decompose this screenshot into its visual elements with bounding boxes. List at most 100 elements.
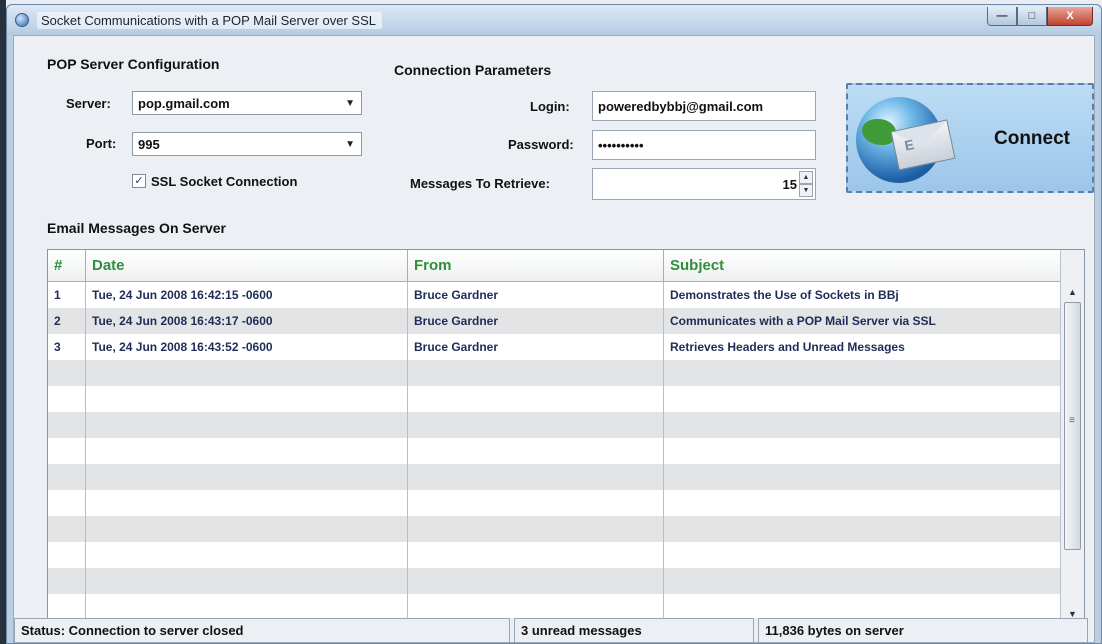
table-cell [48, 360, 86, 386]
table-cell: Bruce Gardner [408, 334, 664, 360]
password-input[interactable]: •••••••••• [592, 130, 816, 160]
vertical-scrollbar[interactable]: ▲ ≡ ▼ [1060, 250, 1084, 626]
table-cell [408, 516, 664, 542]
table-cell [48, 490, 86, 516]
column-header-date[interactable]: Date [86, 250, 408, 282]
app-icon [15, 13, 29, 27]
table-cell [86, 412, 408, 438]
ssl-checkbox[interactable]: ✓ [132, 174, 146, 188]
table-cell [408, 464, 664, 490]
messages-to-retrieve-label: Messages To Retrieve: [410, 176, 550, 191]
messages-table: # Date From Subject 1 Tue, 24 Jun 2008 16… [47, 249, 1085, 627]
column-header-number[interactable]: # [48, 250, 86, 282]
email-messages-heading: Email Messages On Server [47, 220, 226, 236]
table-cell [48, 386, 86, 412]
login-label: Login: [530, 99, 570, 114]
table-cell [48, 438, 86, 464]
connect-button-label: Connect [994, 128, 1070, 149]
table-cell [86, 438, 408, 464]
table-cell [408, 386, 664, 412]
table-cell [86, 542, 408, 568]
table-row[interactable] [48, 490, 1060, 516]
scroll-up-icon[interactable]: ▲ [1061, 282, 1084, 302]
table-cell [408, 542, 664, 568]
status-bar: Status: Connection to server closed 3 un… [14, 618, 1094, 642]
table-row[interactable] [48, 594, 1060, 620]
window-title: Socket Communications with a POP Mail Se… [37, 12, 383, 29]
table-body: 1 Tue, 24 Jun 2008 16:42:15 -0600 Bruce Ga… [48, 282, 1060, 620]
table-row[interactable] [48, 386, 1060, 412]
title-bar[interactable]: Socket Communications with a POP Mail Se… [7, 5, 1101, 35]
connection-params-heading: Connection Parameters [394, 62, 552, 78]
table-cell [86, 516, 408, 542]
table-cell [48, 594, 86, 620]
table-cell [664, 412, 1060, 438]
table-cell [664, 360, 1060, 386]
messages-to-retrieve-spinner[interactable]: 15 ▲ ▼ [592, 168, 816, 200]
table-cell: Retrieves Headers and Unread Messages [670, 340, 905, 354]
table-cell [48, 542, 86, 568]
maximize-button[interactable]: □ [1017, 7, 1047, 26]
server-combo[interactable]: pop.gmail.com ▼ [132, 91, 362, 115]
table-cell [664, 438, 1060, 464]
table-cell: Tue, 24 Jun 2008 16:43:17 -0600 [86, 308, 408, 334]
column-header-from[interactable]: From [408, 250, 664, 282]
chevron-down-icon[interactable]: ▼ [345, 139, 355, 150]
minimize-button[interactable]: — [987, 7, 1017, 26]
spinner-up-icon[interactable]: ▲ [799, 171, 813, 184]
table-cell [664, 568, 1060, 594]
password-label: Password: [508, 137, 574, 152]
table-cell [86, 594, 408, 620]
table-cell: Tue, 24 Jun 2008 16:42:15 -0600 [86, 282, 408, 308]
table-cell: Bruce Gardner [408, 308, 664, 334]
table-cell [48, 516, 86, 542]
app-window: Socket Communications with a POP Mail Se… [6, 4, 1102, 644]
window-controls: — □ X [987, 7, 1093, 27]
column-header-subject[interactable]: Subject [664, 250, 1060, 282]
table-cell [86, 360, 408, 386]
table-cell [664, 464, 1060, 490]
table-cell [664, 516, 1060, 542]
ssl-checkbox-row[interactable]: ✓ SSL Socket Connection [132, 172, 297, 190]
table-cell [664, 490, 1060, 516]
table-row[interactable]: 2 Tue, 24 Jun 2008 16:43:17 -0600 Bruce Ga… [48, 308, 1060, 334]
table-cell [408, 438, 664, 464]
status-bytes: 11,836 bytes on server [758, 618, 1088, 642]
scroll-thumb[interactable]: ≡ [1064, 302, 1081, 550]
table-cell [86, 490, 408, 516]
spinner-down-icon[interactable]: ▼ [799, 184, 813, 197]
table-cell [86, 464, 408, 490]
status-connection: Status: Connection to server closed [14, 618, 510, 642]
table-cell [664, 542, 1060, 568]
table-row[interactable] [48, 360, 1060, 386]
table-row[interactable]: 3 Tue, 24 Jun 2008 16:43:52 -0600 Bruce Ga… [48, 334, 1060, 360]
table-row[interactable] [48, 516, 1060, 542]
port-value: 995 [138, 137, 160, 152]
server-value: pop.gmail.com [138, 96, 230, 111]
table-row[interactable] [48, 542, 1060, 568]
table-cell: Bruce Gardner [408, 282, 664, 308]
table-row[interactable] [48, 568, 1060, 594]
table-row[interactable] [48, 412, 1060, 438]
port-combo[interactable]: 995 ▼ [132, 132, 362, 156]
table-row[interactable] [48, 464, 1060, 490]
messages-to-retrieve-value: 15 [782, 177, 797, 192]
chevron-down-icon[interactable]: ▼ [345, 98, 355, 109]
table-cell [48, 464, 86, 490]
table-cell [408, 412, 664, 438]
table-cell: Demonstrates the Use of Sockets in BBj [670, 288, 899, 302]
table-cell: 3 [48, 334, 86, 360]
table-row[interactable] [48, 438, 1060, 464]
table-row[interactable]: 1 Tue, 24 Jun 2008 16:42:15 -0600 Bruce Ga… [48, 282, 1060, 308]
ssl-checkbox-label: SSL Socket Connection [151, 173, 298, 189]
login-input[interactable]: poweredbybbj@gmail.com [592, 91, 816, 121]
table-cell [408, 594, 664, 620]
status-unread: 3 unread messages [514, 618, 754, 642]
server-label: Server: [66, 96, 111, 111]
table-cell: 1 [48, 282, 86, 308]
connect-button[interactable]: E Connect [846, 83, 1094, 193]
table-cell: Communicates with a POP Mail Server via … [670, 314, 936, 328]
pop-config-heading: POP Server Configuration [47, 56, 220, 72]
close-button[interactable]: X [1047, 7, 1093, 26]
table-cell: Tue, 24 Jun 2008 16:43:52 -0600 [86, 334, 408, 360]
